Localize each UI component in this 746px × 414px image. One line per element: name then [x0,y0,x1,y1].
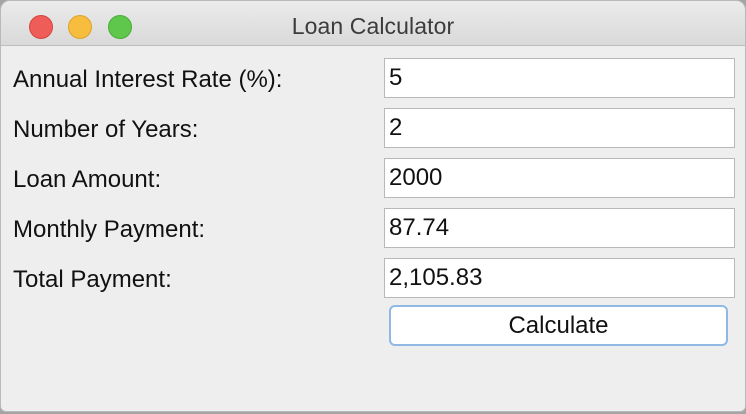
loan-amount-row: Loan Amount: [1,158,745,198]
loan-form: Annual Interest Rate (%): Number of Year… [1,46,745,411]
total-payment-row: Total Payment: [1,258,745,298]
title-bar[interactable]: Loan Calculator [1,1,745,46]
window-title: Loan Calculator [291,13,455,39]
loan-amount-label: Loan Amount: [13,166,162,193]
total-payment-field[interactable] [384,258,735,298]
years-row: Number of Years: [1,108,745,148]
interest-rate-row: Annual Interest Rate (%): [1,58,745,98]
years-field[interactable] [384,108,735,148]
total-payment-label: Total Payment: [13,266,172,293]
monthly-payment-row: Monthly Payment: [1,208,745,248]
app-window: Loan Calculator Annual Interest Rate (%)… [0,0,746,412]
interest-rate-field[interactable] [384,58,735,98]
interest-rate-label: Annual Interest Rate (%): [13,66,283,93]
monthly-payment-label: Monthly Payment: [13,216,206,243]
monthly-payment-field[interactable] [384,208,735,248]
calculate-button[interactable]: Calculate [389,305,728,346]
loan-amount-field[interactable] [384,158,735,198]
years-label: Number of Years: [13,116,199,143]
